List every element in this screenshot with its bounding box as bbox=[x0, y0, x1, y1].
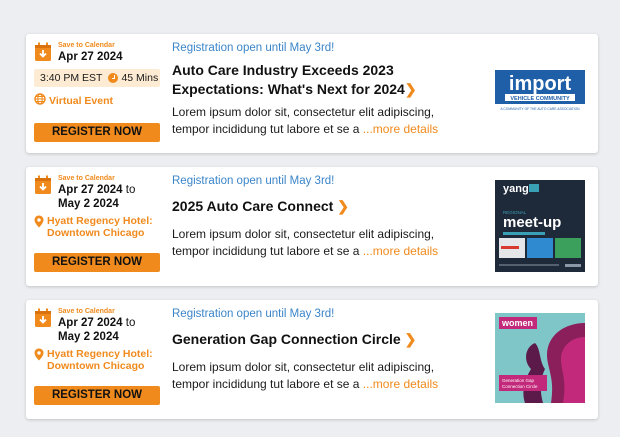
event-date-column: Save to Calendar Apr 27 2024 3:40 PM EST… bbox=[34, 42, 162, 108]
location-pin-icon bbox=[34, 348, 44, 364]
event-venue: Virtual Event bbox=[34, 93, 162, 108]
event-description: Lorem ipsum dolor sit, consectetur elit … bbox=[172, 359, 486, 393]
save-to-calendar-link[interactable]: Save to Calendar bbox=[58, 175, 135, 183]
event-title-link[interactable]: Auto Care Industry Exceeds 2023 Expectat… bbox=[172, 61, 486, 99]
event-thumbnail[interactable]: import VEHICLE COMMUNITY A COMMUNITY OF … bbox=[495, 70, 585, 112]
chevron-right-icon: ❯ bbox=[404, 81, 417, 97]
venue-label: Virtual Event bbox=[49, 94, 113, 107]
event-title-link[interactable]: 2025 Auto Care Connect ❯ bbox=[172, 197, 486, 216]
register-now-button[interactable]: REGISTER NOW bbox=[34, 386, 160, 405]
calendar-download-icon[interactable] bbox=[34, 42, 52, 62]
title-text: 2025 Auto Care Connect bbox=[172, 198, 334, 214]
event-card: Save to Calendar Apr 27 2024 3:40 PM EST… bbox=[26, 34, 598, 153]
event-title-link[interactable]: Generation Gap Connection Circle ❯ bbox=[172, 330, 486, 349]
event-date-range: Apr 27 2024 to May 2 2024 bbox=[58, 183, 135, 211]
thumb-brand: yang bbox=[503, 183, 529, 195]
thumb-caption: Connection Circle bbox=[502, 384, 538, 389]
thumb-brand: women bbox=[501, 318, 533, 328]
date-end: May 2 2024 bbox=[58, 331, 119, 343]
clock-icon bbox=[108, 73, 119, 83]
registration-note: Registration open until May 3rd! bbox=[172, 308, 335, 320]
title-line: Auto Care Industry Exceeds 2023 bbox=[172, 62, 394, 78]
thumb-headline: meet-up bbox=[503, 214, 561, 231]
venue-line: Downtown Chicago bbox=[47, 227, 145, 239]
calendar-download-icon[interactable] bbox=[34, 175, 52, 195]
event-venue: Hyatt Regency Hotel: Downtown Chicago bbox=[34, 215, 162, 239]
more-details-link[interactable]: ...more details bbox=[363, 377, 438, 391]
chevron-right-icon: ❯ bbox=[404, 331, 417, 347]
desc-line: tempor incididung tut labore et se a bbox=[172, 377, 360, 391]
date-to: to bbox=[125, 317, 136, 329]
venue-label: Hyatt Regency Hotel: Downtown Chicago bbox=[47, 348, 153, 372]
register-now-button[interactable]: REGISTER NOW bbox=[34, 123, 160, 142]
event-date-column: Save to Calendar Apr 27 2024 to May 2 20… bbox=[34, 175, 162, 239]
venue-line: Hyatt Regency Hotel: bbox=[47, 215, 153, 227]
save-to-calendar-link[interactable]: Save to Calendar bbox=[58, 308, 135, 316]
event-card: Save to Calendar Apr 27 2024 to May 2 20… bbox=[26, 167, 598, 286]
event-date: Apr 27 2024 bbox=[58, 51, 123, 63]
event-time: 3:40 PM EST bbox=[40, 72, 103, 84]
event-description: Lorem ipsum dolor sit, consectetur elit … bbox=[172, 226, 486, 260]
more-details-link[interactable]: ...more details bbox=[363, 122, 438, 136]
calendar-download-icon[interactable] bbox=[34, 308, 52, 328]
event-date-column: Save to Calendar Apr 27 2024 to May 2 20… bbox=[34, 308, 162, 372]
date-start: Apr 27 2024 bbox=[58, 317, 123, 329]
venue-line: Hyatt Regency Hotel: bbox=[47, 348, 153, 360]
registration-note: Registration open until May 3rd! bbox=[172, 175, 335, 187]
event-venue: Hyatt Regency Hotel: Downtown Chicago bbox=[34, 348, 162, 372]
title-line: Expectations: What's Next for 2024 bbox=[172, 81, 405, 97]
desc-line: Lorem ipsum dolor sit, consectetur elit … bbox=[172, 360, 435, 374]
chevron-right-icon: ❯ bbox=[337, 198, 349, 214]
event-card: Save to Calendar Apr 27 2024 to May 2 20… bbox=[26, 300, 598, 419]
save-to-calendar-link[interactable]: Save to Calendar bbox=[58, 42, 123, 50]
globe-icon bbox=[34, 93, 46, 108]
registration-note: Registration open until May 3rd! bbox=[172, 42, 335, 54]
event-thumbnail[interactable]: women Generation Gap Connection Circle bbox=[495, 313, 585, 403]
register-now-button[interactable]: REGISTER NOW bbox=[34, 253, 160, 272]
thumb-sub: VEHICLE COMMUNITY bbox=[510, 96, 570, 102]
desc-line: Lorem ipsum dolor sit, consectetur elit … bbox=[172, 105, 435, 119]
event-duration: 45 Mins bbox=[121, 72, 159, 84]
date-end: May 2 2024 bbox=[58, 198, 119, 210]
event-description: Lorem ipsum dolor sit, consectetur elit … bbox=[172, 104, 486, 138]
more-details-link[interactable]: ...more details bbox=[363, 244, 438, 258]
event-date-range: Apr 27 2024 to May 2 2024 bbox=[58, 316, 135, 344]
date-to: to bbox=[125, 184, 136, 196]
location-pin-icon bbox=[34, 215, 44, 231]
title-text: Generation Gap Connection Circle bbox=[172, 331, 401, 347]
event-thumbnail[interactable]: yang REGIONAL meet-up bbox=[495, 180, 585, 272]
desc-line: tempor incididung tut labore et se a bbox=[172, 244, 360, 258]
venue-line: Downtown Chicago bbox=[47, 360, 145, 372]
thumb-caption: A COMMUNITY OF THE AUTO CARE ASSOCIATION bbox=[500, 107, 580, 111]
desc-line: tempor incididung tut labore et se a bbox=[172, 122, 360, 136]
date-start: Apr 27 2024 bbox=[58, 184, 123, 196]
thumb-word: import bbox=[509, 73, 572, 95]
desc-line: Lorem ipsum dolor sit, consectetur elit … bbox=[172, 227, 435, 241]
thumb-caption: Generation Gap bbox=[502, 378, 535, 383]
venue-label: Hyatt Regency Hotel: Downtown Chicago bbox=[47, 215, 153, 239]
event-time-box: 3:40 PM EST 45 Mins bbox=[34, 69, 160, 87]
